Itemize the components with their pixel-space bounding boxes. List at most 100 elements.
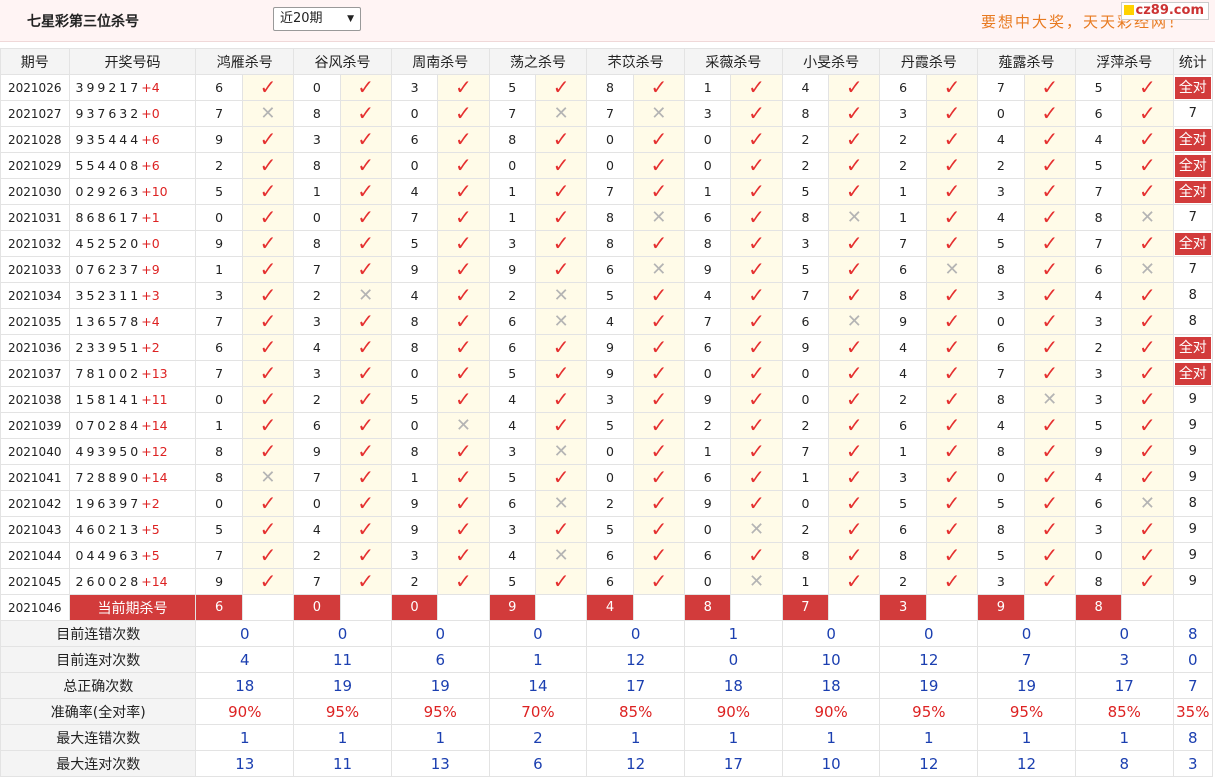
summary-value: 2 <box>488 724 588 751</box>
check-icon: ✓ <box>357 569 375 593</box>
col-expert-0[interactable]: 鸿雁杀号 <box>195 48 295 75</box>
result-cell: ✓ <box>730 256 783 283</box>
col-expert-1[interactable]: 谷风杀号 <box>293 48 392 75</box>
stat-cell: 全对 <box>1172 334 1214 361</box>
result-cell: ✓ <box>1023 516 1076 543</box>
result-cell: ✓ <box>241 178 295 205</box>
summary-value: 6 <box>390 646 490 673</box>
all-correct-badge: 全对 <box>1174 336 1211 359</box>
stat-value: 8 <box>1188 496 1197 511</box>
kill-number-cell: 3 <box>1074 360 1123 387</box>
result-cell: ✓ <box>437 490 490 517</box>
summary-value: 0 <box>1074 620 1174 647</box>
draw-number-cell: 935444+6 <box>68 126 197 153</box>
site-logo[interactable]: cz89.com <box>1120 2 1209 20</box>
result-cell: ✓ <box>828 100 881 127</box>
cross-icon: ✕ <box>260 466 276 488</box>
cross-icon: ✕ <box>1139 258 1155 280</box>
result-cell: ✓ <box>534 568 588 595</box>
draw-number-cell: 937632+0 <box>68 100 197 127</box>
draw-number-cell: 493950+12 <box>68 438 197 465</box>
kill-number-cell: 1 <box>684 178 732 205</box>
check-icon: ✓ <box>650 127 668 151</box>
kill-number-cell: 1 <box>781 464 830 491</box>
kill-number-cell: 3 <box>1074 308 1123 335</box>
col-expert-9[interactable]: 浮萍杀号 <box>1074 48 1174 75</box>
result-cell: ✓ <box>828 464 881 491</box>
result-cell: ✓ <box>1121 230 1174 257</box>
result-cell: ✓ <box>925 178 979 205</box>
summary-value: 19 <box>879 672 979 699</box>
result-cell: ✓ <box>1023 100 1076 127</box>
kill-number-cell: 1 <box>879 204 927 231</box>
check-icon: ✓ <box>1041 413 1059 437</box>
summary-stat: 35% <box>1172 698 1214 725</box>
check-icon: ✓ <box>1041 127 1059 151</box>
result-cell: ✓ <box>339 568 392 595</box>
kill-number-cell: 6 <box>586 542 634 569</box>
kill-number-cell: 7 <box>684 308 732 335</box>
kill-number-cell: 2 <box>684 412 732 439</box>
check-icon: ✓ <box>1139 543 1156 567</box>
kill-number-cell: 7 <box>879 230 927 257</box>
check-icon: ✓ <box>943 543 961 567</box>
col-expert-7[interactable]: 丹霞杀号 <box>879 48 979 75</box>
cross-icon: ✕ <box>651 258 667 280</box>
result-cell: ✓ <box>925 152 979 179</box>
check-icon: ✓ <box>748 387 765 411</box>
col-expert-5[interactable]: 采薇杀号 <box>684 48 783 75</box>
draw-number-cell: 868617+1 <box>68 204 197 231</box>
check-icon: ✓ <box>259 517 277 541</box>
check-icon: ✓ <box>845 491 863 515</box>
result-cell: ✓ <box>241 126 295 153</box>
result-cell: ✓ <box>828 230 881 257</box>
kill-number-cell: 0 <box>390 152 439 179</box>
kill-number-cell: 0 <box>390 360 439 387</box>
result-cell: ✕ <box>1023 386 1076 413</box>
result-cell: ✕ <box>534 100 588 127</box>
result-cell: ✓ <box>241 256 295 283</box>
check-icon: ✓ <box>748 335 765 359</box>
table-row: 2021044 044963+5 7 ✓ 2 ✓ 3 ✓ 4 ✕ 6 ✓ 6 ✓ 8 ✓ 8 ✓ 5 ✓ 0 ✓ 9 <box>0 542 1214 569</box>
draw-digits: 076237 <box>75 262 142 277</box>
check-icon: ✓ <box>1139 517 1156 541</box>
table-row: 2021042 196397+2 0 ✓ 0 ✓ 9 ✓ 6 ✕ 2 ✓ 9 ✓ 0 ✓ 5 ✓ 5 ✓ 6 ✕ 8 <box>0 490 1214 517</box>
kill-number-cell: 7 <box>390 204 439 231</box>
result-cell: ✓ <box>828 568 881 595</box>
check-icon: ✓ <box>748 75 765 99</box>
summary-value: 0 <box>684 646 783 673</box>
col-stat: 统计 <box>1172 48 1214 75</box>
check-icon: ✓ <box>259 387 277 411</box>
kill-number-cell: 3 <box>195 282 243 309</box>
col-expert-3[interactable]: 荡之杀号 <box>488 48 588 75</box>
check-icon: ✓ <box>357 465 375 489</box>
check-icon: ✓ <box>455 231 472 255</box>
current-kill-blank <box>632 594 686 621</box>
col-expert-4[interactable]: 芣苡杀号 <box>586 48 686 75</box>
summary-value: 0 <box>488 620 588 647</box>
kill-number-cell: 4 <box>977 126 1025 153</box>
check-icon: ✓ <box>1041 465 1059 489</box>
result-cell: ✓ <box>730 386 783 413</box>
summary-value: 1 <box>390 724 490 751</box>
result-cell: ✓ <box>241 74 295 101</box>
draw-number-cell: 728890+14 <box>68 464 197 491</box>
col-expert-2[interactable]: 周南杀号 <box>390 48 490 75</box>
kill-number-cell: 4 <box>977 412 1025 439</box>
check-icon: ✓ <box>552 335 570 359</box>
result-cell: ✓ <box>241 360 295 387</box>
summary-value: 1 <box>488 646 588 673</box>
result-cell: ✓ <box>241 386 295 413</box>
col-expert-8[interactable]: 薤露杀号 <box>977 48 1076 75</box>
kill-number-cell: 6 <box>293 412 341 439</box>
result-cell: ✕ <box>241 100 295 127</box>
col-expert-6[interactable]: 小旻杀号 <box>781 48 881 75</box>
kill-number-cell: 0 <box>586 152 634 179</box>
cross-icon: ✕ <box>944 258 960 280</box>
kill-number-cell: 2 <box>1074 334 1123 361</box>
kill-number-cell: 5 <box>1074 152 1123 179</box>
kill-number-cell: 3 <box>879 100 927 127</box>
period-range-select[interactable]: 近20期 ▼ <box>273 7 361 31</box>
result-cell: ✓ <box>339 360 392 387</box>
result-cell: ✕ <box>437 412 490 439</box>
